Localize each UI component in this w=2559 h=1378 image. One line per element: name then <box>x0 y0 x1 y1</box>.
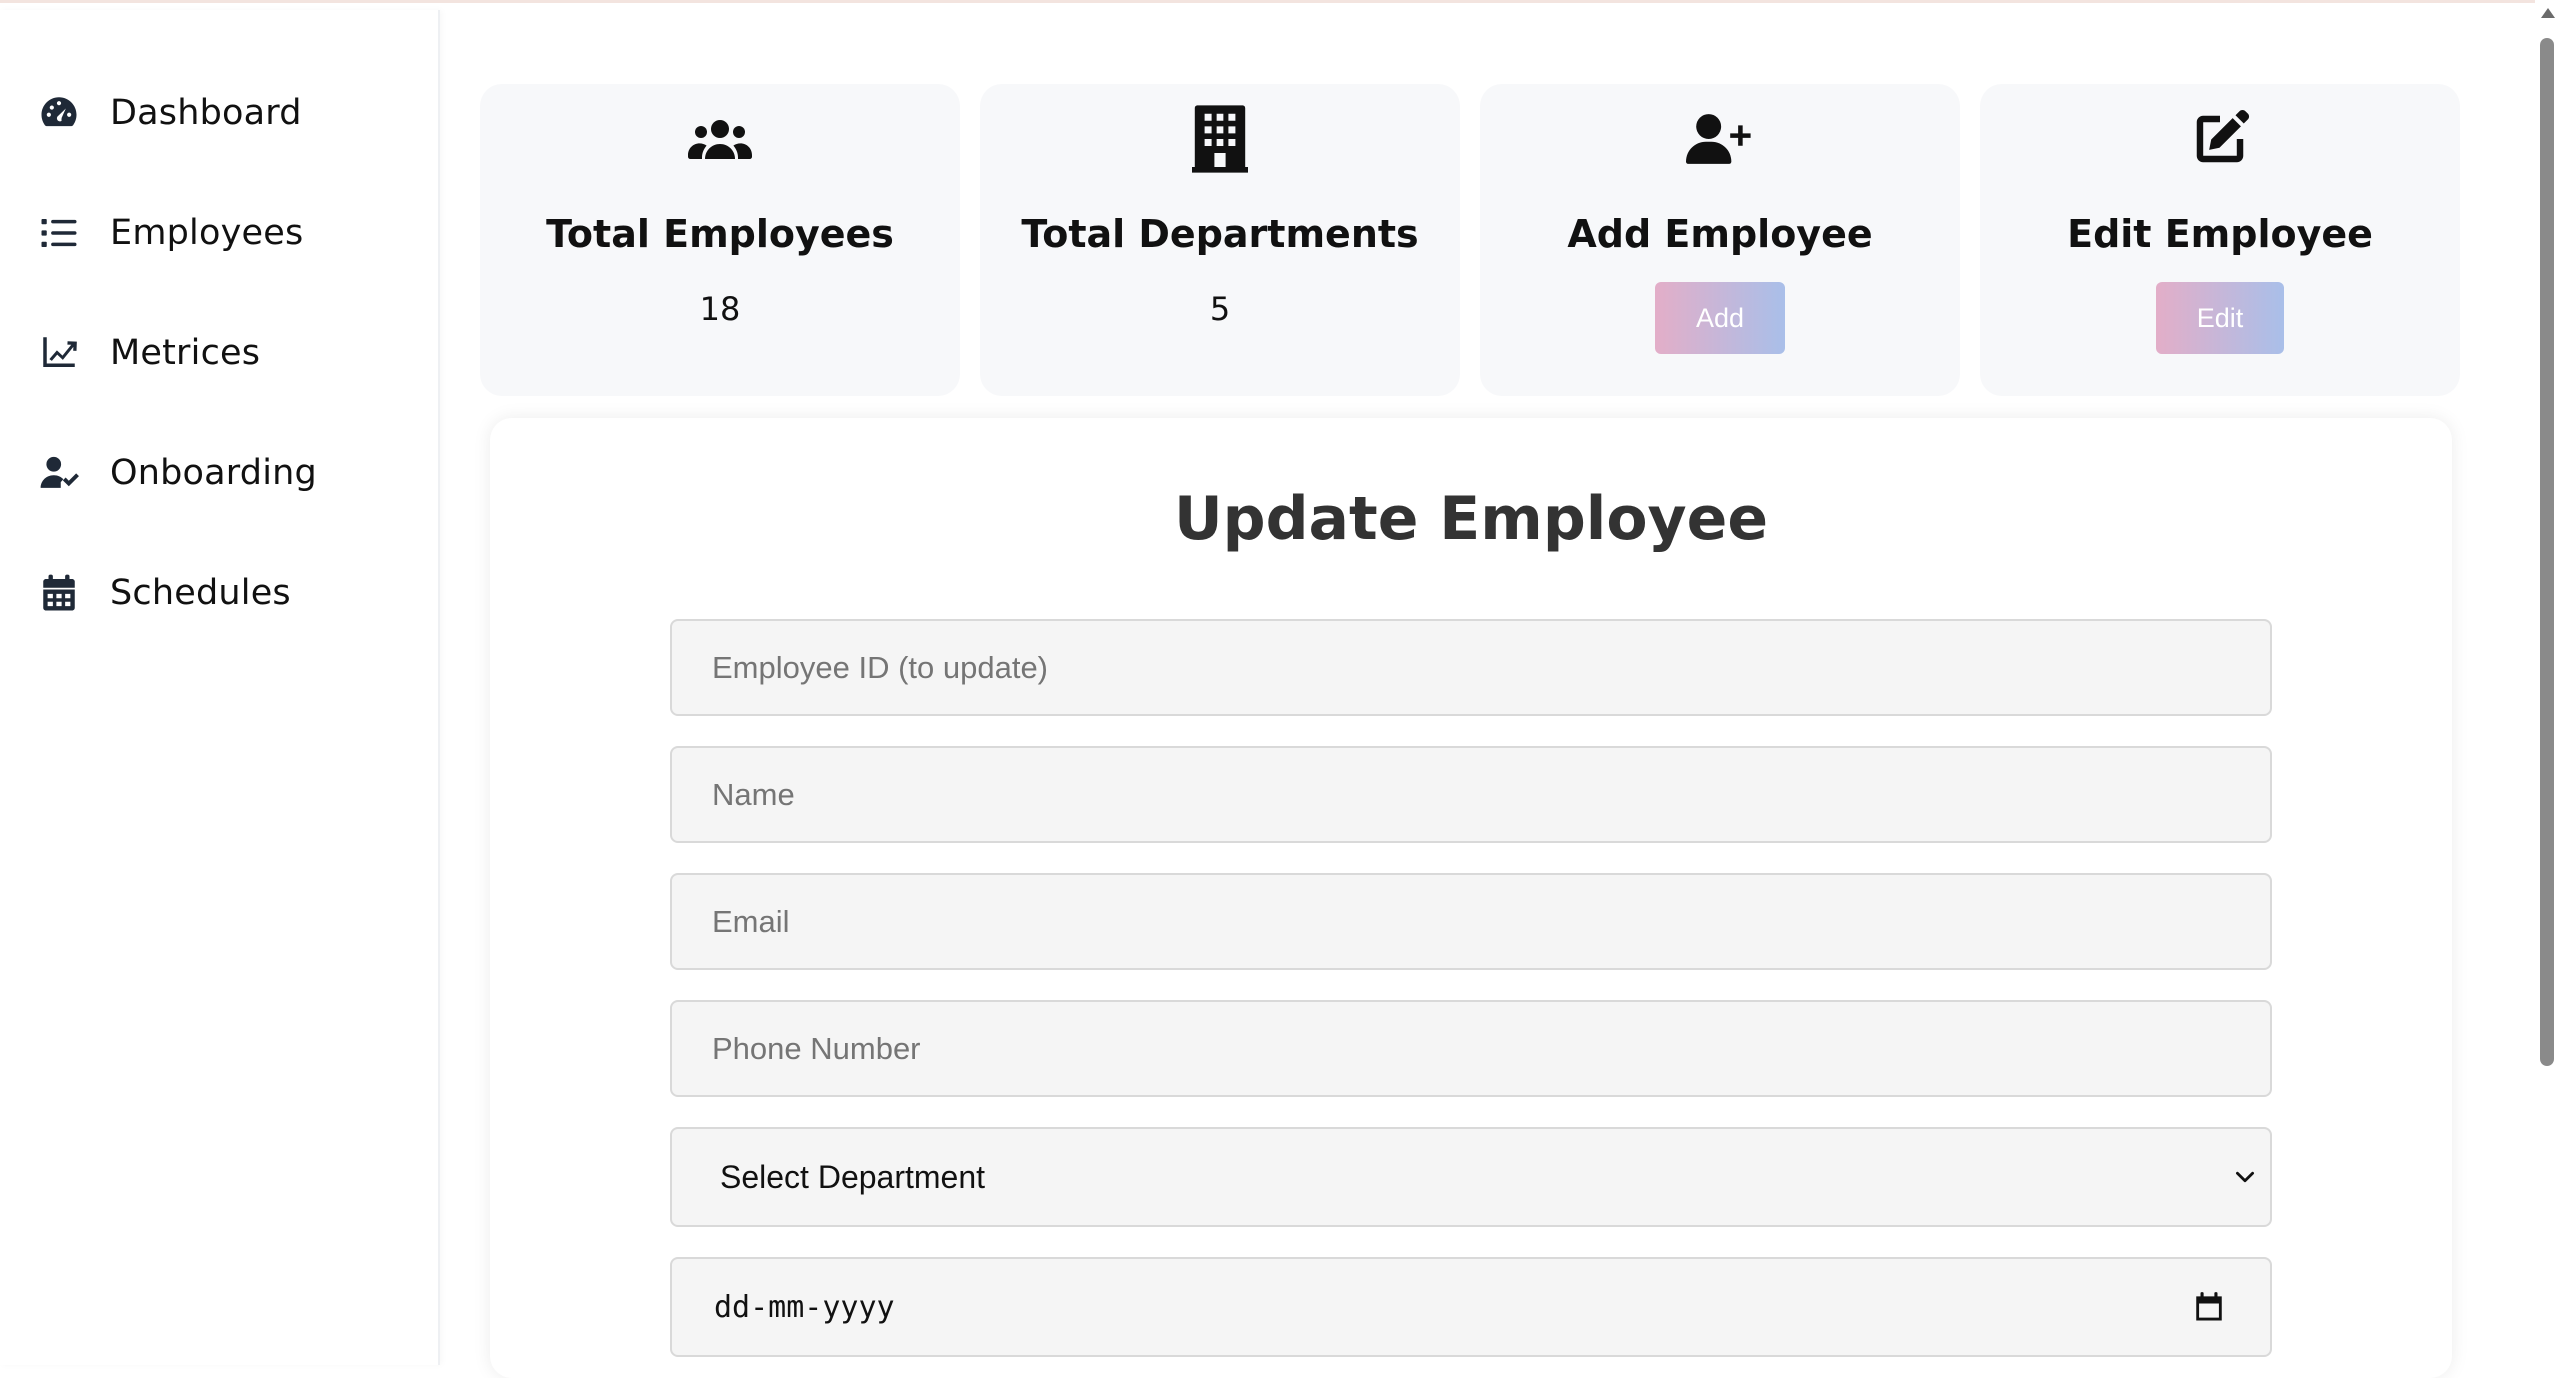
users-icon <box>688 104 752 174</box>
department-select[interactable]: Select Department <box>670 1127 2272 1227</box>
card-title: Total Departments <box>1021 212 1419 256</box>
main-content: Total Employees 18 Total Departments 5 A… <box>442 10 2535 1378</box>
edit-employee-card: Edit Employee Edit <box>1980 84 2460 396</box>
phone-number-input[interactable] <box>670 1000 2272 1097</box>
line-chart-icon <box>43 337 77 367</box>
total-employees-card: Total Employees 18 <box>480 84 960 396</box>
total-departments-card: Total Departments 5 <box>980 84 1460 396</box>
scrollbar-thumb[interactable] <box>2540 38 2554 1066</box>
name-input[interactable] <box>670 746 2272 843</box>
top-border <box>0 0 2535 3</box>
total-departments-count: 5 <box>1209 290 1231 328</box>
sidebar-item-employees[interactable]: Employees <box>38 203 303 263</box>
user-check-icon <box>40 456 79 488</box>
sidebar-item-label: Onboarding <box>110 453 317 493</box>
sidebar-item-label: Schedules <box>110 573 291 613</box>
vertical-scrollbar[interactable] <box>2535 0 2559 1365</box>
calendar-icon <box>43 574 75 611</box>
email-input[interactable] <box>670 873 2272 970</box>
sidebar-item-metrices[interactable]: Metrices <box>38 323 260 383</box>
sidebar-item-dashboard[interactable]: Dashboard <box>38 83 302 143</box>
update-employee-form: Update Employee Select Department dd-mm-… <box>490 418 2452 1378</box>
add-employee-button[interactable]: Add <box>1655 282 1785 354</box>
user-plus-icon <box>1686 104 1754 174</box>
calendar-picker-icon[interactable] <box>2192 1290 2226 1324</box>
sidebar-item-onboarding[interactable]: Onboarding <box>38 443 317 503</box>
sidebar-item-label: Metrices <box>110 333 261 373</box>
chevron-down-icon <box>2236 1171 2254 1183</box>
sidebar: Dashboard Employees Metrices Onboarding … <box>0 10 440 1365</box>
sidebar-item-label: Dashboard <box>110 93 302 133</box>
edit-icon <box>2188 104 2252 174</box>
card-title: Add Employee <box>1567 212 1873 256</box>
gauge-icon <box>41 97 77 127</box>
sidebar-item-schedules[interactable]: Schedules <box>38 563 291 623</box>
form-title: Update Employee <box>1173 484 1769 554</box>
card-title: Edit Employee <box>2067 212 2373 256</box>
date-input[interactable]: dd-mm-yyyy <box>670 1257 2272 1357</box>
list-icon <box>41 219 77 247</box>
scroll-up-arrow-icon[interactable] <box>2541 8 2555 18</box>
employee-id-input[interactable] <box>670 619 2272 716</box>
card-title: Total Employees <box>546 212 894 256</box>
date-input-placeholder: dd-mm-yyyy <box>714 1289 895 1325</box>
add-employee-card: Add Employee Add <box>1480 84 1960 396</box>
edit-employee-button[interactable]: Edit <box>2156 282 2284 354</box>
sidebar-item-label: Employees <box>110 213 304 253</box>
department-select-value: Select Department <box>720 1158 986 1195</box>
building-icon <box>1192 104 1248 174</box>
total-employees-count: 18 <box>699 290 741 328</box>
